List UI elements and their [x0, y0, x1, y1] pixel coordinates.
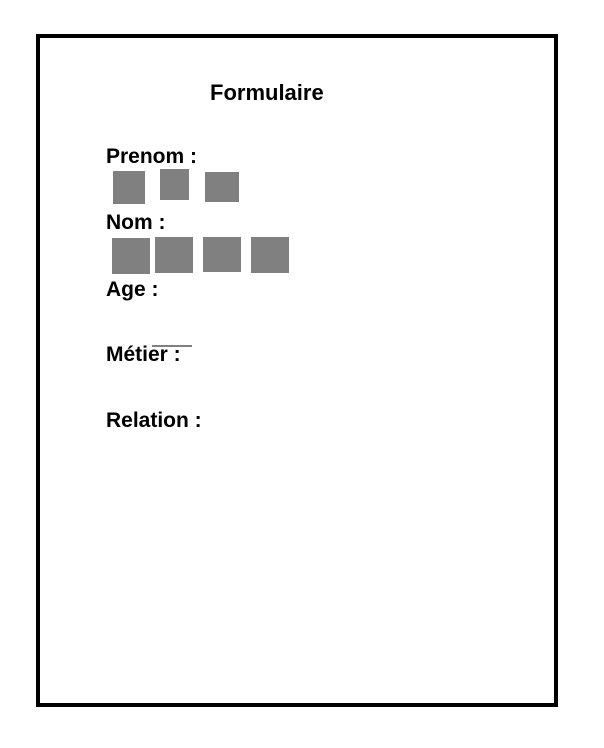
- prenom-redaction-block: [160, 169, 189, 200]
- nom-redaction-block: [112, 238, 150, 274]
- nom-redaction-block: [251, 237, 289, 273]
- age-label: Age :: [106, 278, 159, 301]
- nom-redaction-block: [203, 237, 241, 272]
- prenom-redaction-block: [113, 171, 145, 204]
- prenom-redaction-block: [205, 172, 239, 202]
- nom-redaction-block: [155, 237, 193, 273]
- relation-label: Relation :: [106, 409, 202, 432]
- nom-label: Nom :: [106, 211, 166, 234]
- metier-strike-mark: [152, 345, 192, 347]
- form-title: Formulaire: [210, 80, 324, 105]
- form-sheet: Formulaire Prenom : Nom : Age : Métier :…: [36, 34, 558, 707]
- prenom-label: Prenom :: [106, 145, 198, 168]
